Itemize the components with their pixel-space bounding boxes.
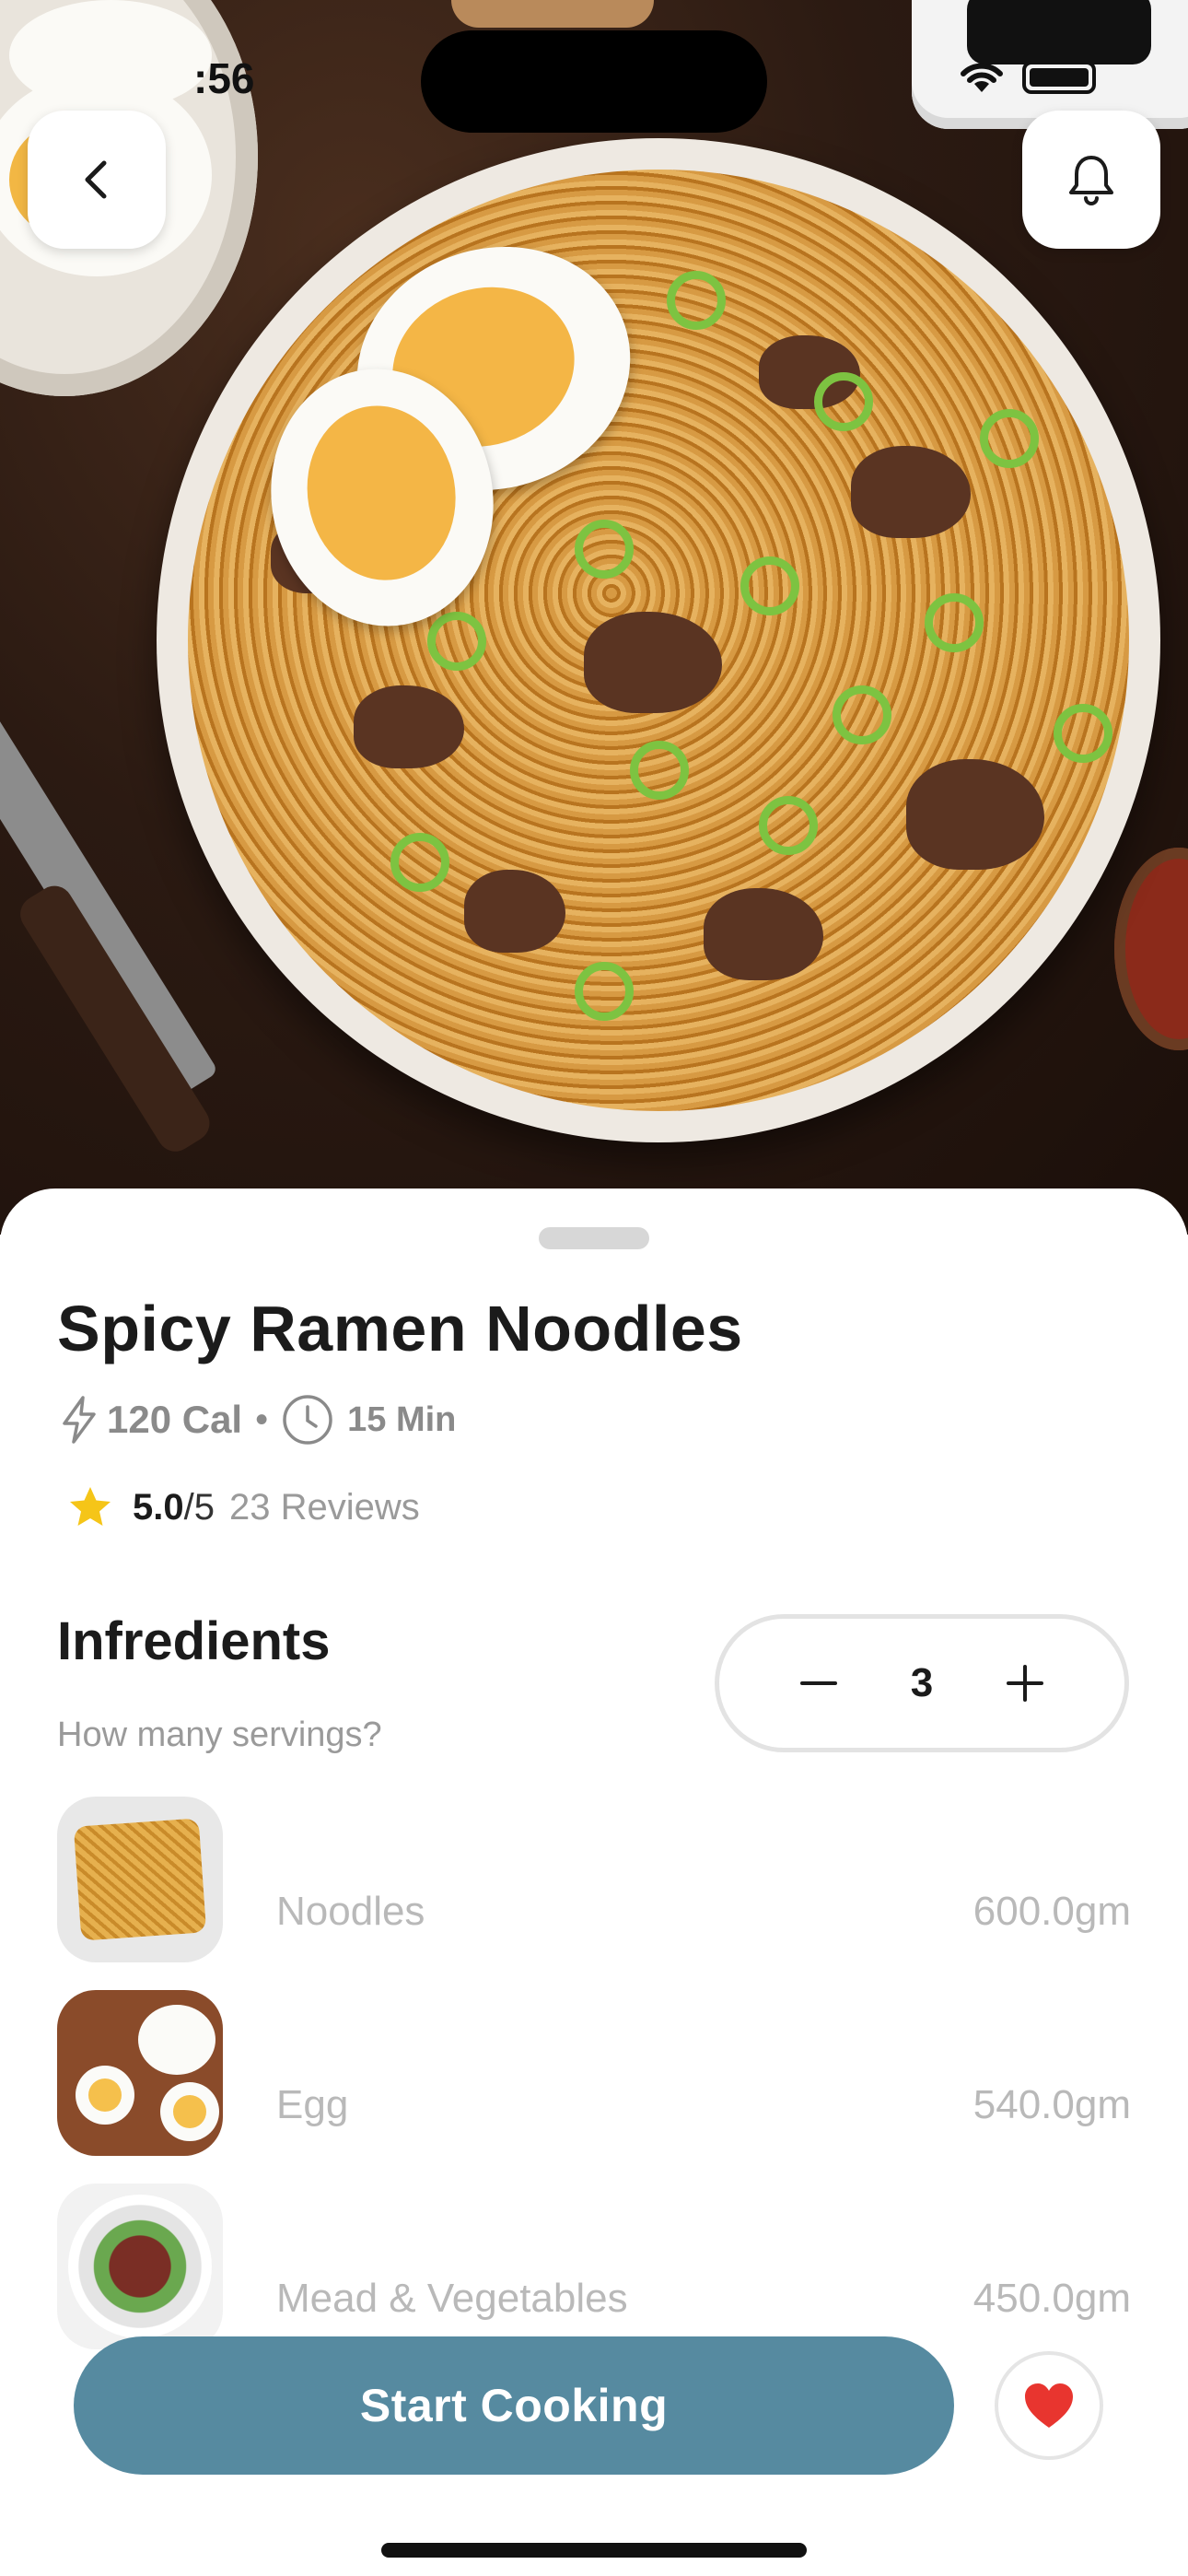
small-bowl xyxy=(451,0,654,28)
chili-sauce-bowl xyxy=(1114,848,1188,1050)
clock-icon xyxy=(283,1395,332,1445)
start-cooking-button[interactable]: Start Cooking xyxy=(74,2336,954,2475)
battery-icon xyxy=(1022,61,1096,94)
home-indicator[interactable] xyxy=(381,2543,807,2558)
dynamic-island xyxy=(421,30,767,133)
ingredients-heading: Infredients xyxy=(57,1611,331,1671)
rating-score: 5.0 xyxy=(133,1486,184,1528)
plus-icon xyxy=(1006,1665,1043,1702)
ingredient-row[interactable]: Egg 540.0gm xyxy=(57,1990,1131,2156)
time-label: 15 Min xyxy=(347,1399,457,1439)
heart-icon xyxy=(1025,2383,1073,2428)
back-button[interactable] xyxy=(28,111,166,249)
bell-icon xyxy=(1069,156,1113,205)
ingredient-name: Egg xyxy=(276,2082,349,2127)
meat-vegetables-image xyxy=(57,2184,223,2349)
ingredient-name: Noodles xyxy=(276,1889,425,1934)
increase-servings-button[interactable] xyxy=(999,1657,1051,1709)
recipe-title: Spicy Ramen Noodles xyxy=(57,1293,743,1364)
reviews-count[interactable]: 23 Reviews xyxy=(229,1487,420,1528)
ingredient-row[interactable]: Mead & Vegetables 450.0gm xyxy=(57,2184,1131,2349)
sheet-drag-handle[interactable] xyxy=(539,1227,649,1249)
status-icons xyxy=(958,61,1096,94)
noodles-image xyxy=(57,1797,223,1962)
ingredient-amount: 540.0gm xyxy=(973,2082,1131,2127)
ingredient-row[interactable]: Noodles 600.0gm xyxy=(57,1797,1131,1962)
ingredient-amount: 600.0gm xyxy=(973,1889,1131,1934)
ramen-bowl xyxy=(157,138,1160,1142)
meta-separator: • xyxy=(255,1399,269,1440)
hero-image: :56 xyxy=(0,0,1188,1235)
wifi-icon xyxy=(961,63,1003,92)
favorite-button[interactable] xyxy=(995,2351,1103,2460)
chevron-left-icon xyxy=(85,160,107,199)
calories-label: 120 Cal xyxy=(107,1398,243,1441)
ingredient-amount: 450.0gm xyxy=(973,2276,1131,2321)
star-icon xyxy=(70,1487,111,1526)
ingredient-name: Mead & Vegetables xyxy=(276,2276,628,2321)
notifications-button[interactable] xyxy=(1022,111,1160,249)
servings-count: 3 xyxy=(910,1660,934,1705)
status-time: :56 xyxy=(193,54,255,102)
rating-out-of: /5 xyxy=(183,1486,215,1528)
egg-image xyxy=(57,1990,223,2156)
minus-icon xyxy=(800,1681,837,1685)
noodles xyxy=(188,170,1129,1111)
rating: 5.0 /5 23 Reviews xyxy=(66,1483,420,1531)
servings-question: How many servings? xyxy=(57,1715,382,1754)
decrease-servings-button[interactable] xyxy=(793,1657,844,1709)
servings-stepper: 3 xyxy=(715,1614,1129,1752)
lightning-icon xyxy=(63,1396,96,1444)
recipe-sheet: Spicy Ramen Noodles 120 Cal • 15 Min 5.0… xyxy=(0,1188,1188,2576)
recipe-meta: 120 Cal • 15 Min xyxy=(57,1393,456,1446)
